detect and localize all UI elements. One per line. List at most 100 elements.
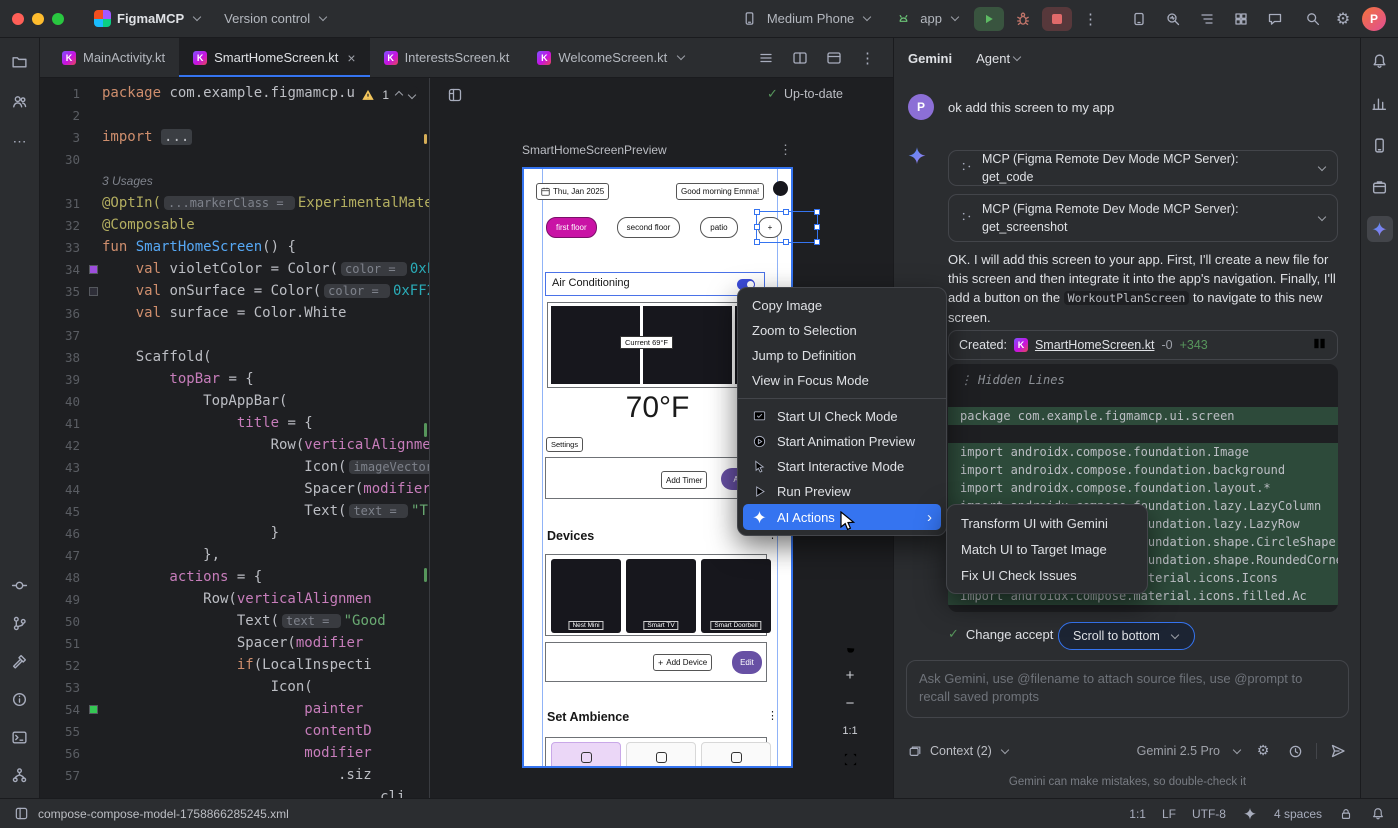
- ambience-card[interactable]: [626, 742, 696, 768]
- code-line[interactable]: 54 painter: [40, 698, 429, 720]
- inspection-widget[interactable]: 1: [357, 86, 419, 104]
- editor-list-icon[interactable]: [755, 47, 777, 69]
- code-line[interactable]: 37: [40, 324, 429, 346]
- menu-item[interactable]: Jump to Definition: [738, 343, 946, 368]
- zoom-out-icon[interactable]: −: [838, 692, 862, 714]
- minimize-window-button[interactable]: [32, 13, 44, 25]
- more-icon[interactable]: ⋯: [7, 128, 33, 154]
- code-line[interactable]: 39 topBar = {: [40, 368, 429, 390]
- more-actions-button[interactable]: ⋮: [1080, 8, 1102, 30]
- code-line[interactable]: 44 Spacer(modifier: [40, 478, 429, 500]
- settings-chip[interactable]: Settings: [546, 437, 583, 452]
- menu-item[interactable]: Run Preview: [738, 479, 946, 504]
- fit-screen-icon[interactable]: [838, 748, 862, 770]
- zoom-window-button[interactable]: [52, 13, 64, 25]
- user-avatar[interactable]: P: [1362, 7, 1386, 31]
- tool-call-card[interactable]: MCP (Figma Remote Dev Mode MCP Server): …: [948, 194, 1338, 242]
- tab-gemini[interactable]: Gemini: [908, 51, 952, 66]
- code-line[interactable]: 36 val surface = Color.White: [40, 302, 429, 324]
- line-separator[interactable]: LF: [1162, 807, 1176, 821]
- send-icon[interactable]: [1327, 740, 1349, 762]
- code-line[interactable]: 50 Text(text = "Good: [40, 610, 429, 632]
- diff-icon[interactable]: [1312, 336, 1327, 354]
- code-line[interactable]: 43 Icon(imageVector: [40, 456, 429, 478]
- debug-icon[interactable]: [1012, 8, 1034, 30]
- hand-icon[interactable]: [838, 636, 862, 658]
- add-timer-button[interactable]: Add Timer: [661, 471, 707, 489]
- add-device-button[interactable]: + Add Device: [653, 654, 712, 671]
- selection-handle[interactable]: [814, 224, 820, 230]
- code-line[interactable]: 46 }: [40, 522, 429, 544]
- run-button[interactable]: [974, 7, 1004, 31]
- problems-icon[interactable]: [7, 686, 33, 712]
- tool-call-card[interactable]: MCP (Figma Remote Dev Mode MCP Server): …: [948, 150, 1338, 186]
- submenu-item[interactable]: Match UI to Target Image: [947, 536, 1147, 562]
- layout-icon[interactable]: [823, 47, 845, 69]
- feedback-icon[interactable]: [1264, 8, 1286, 30]
- profile-avatar[interactable]: [773, 181, 788, 196]
- selection-handle[interactable]: [783, 239, 789, 245]
- zoom-ratio-button[interactable]: 1:1: [838, 720, 862, 742]
- code-line[interactable]: 35 val onSurface = Color(color = 0xFF2E2: [40, 280, 429, 302]
- editor-tab[interactable]: KMainActivity.kt: [48, 38, 179, 77]
- code-line[interactable]: 3 Usages: [40, 170, 429, 192]
- ambience-card[interactable]: [551, 742, 621, 768]
- code-line[interactable]: 30: [40, 148, 429, 170]
- chevron-down-icon[interactable]: [1318, 162, 1326, 170]
- close-window-button[interactable]: [12, 13, 24, 25]
- selection-handle[interactable]: [814, 209, 820, 215]
- plugins-icon[interactable]: [1230, 8, 1252, 30]
- close-tab-icon[interactable]: ×: [347, 50, 355, 66]
- tab-agent[interactable]: Agent: [976, 51, 1022, 66]
- file-encoding[interactable]: UTF-8: [1192, 807, 1226, 821]
- selection-handle[interactable]: [783, 209, 789, 215]
- code-line[interactable]: 51 Spacer(modifier: [40, 632, 429, 654]
- code-line[interactable]: 38 Scaffold(: [40, 346, 429, 368]
- submenu-item[interactable]: Fix UI Check Issues: [947, 562, 1147, 588]
- bell-icon[interactable]: [1367, 48, 1393, 74]
- color-preview-chip[interactable]: [89, 265, 98, 274]
- ai-spark-icon[interactable]: [1242, 803, 1258, 825]
- ac-section-header[interactable]: Air Conditioning: [545, 272, 765, 296]
- code-line[interactable]: 2: [40, 104, 429, 126]
- chevron-down-icon[interactable]: [677, 52, 685, 60]
- device-card[interactable]: Nest Mini: [551, 559, 621, 633]
- gemini-input[interactable]: [906, 660, 1349, 718]
- editor-tab[interactable]: KSmartHomeScreen.kt×: [179, 38, 369, 77]
- profiler-icon[interactable]: [1367, 90, 1393, 116]
- floor-chip[interactable]: patio: [700, 217, 737, 238]
- device-explorer-icon[interactable]: [1367, 132, 1393, 158]
- code-line[interactable]: 41 title = {: [40, 412, 429, 434]
- prev-issue-icon[interactable]: [395, 91, 403, 99]
- structure-icon[interactable]: [1196, 8, 1218, 30]
- context-chip[interactable]: Context (2): [930, 744, 992, 758]
- code-line[interactable]: 55 contentD: [40, 720, 429, 742]
- lock-icon[interactable]: [1338, 803, 1354, 825]
- statusbar-file[interactable]: compose-compose-model-1758866285245.xml: [38, 807, 289, 821]
- settings-gear-icon[interactable]: ⚙: [1332, 8, 1354, 30]
- color-preview-chip[interactable]: [89, 705, 98, 714]
- menu-item[interactable]: Copy Image: [738, 293, 946, 318]
- code-line[interactable]: 32@Composable: [40, 214, 429, 236]
- commit-icon[interactable]: [7, 572, 33, 598]
- menu-item[interactable]: Start Interactive Mode: [738, 454, 946, 479]
- project-widget[interactable]: FigmaMCP: [88, 7, 208, 30]
- insights-icon[interactable]: [1162, 8, 1184, 30]
- gemini-spark-icon[interactable]: [1367, 216, 1393, 242]
- device-card[interactable]: Smart TV: [626, 559, 696, 633]
- code-line[interactable]: 3import ...: [40, 126, 429, 148]
- code-line[interactable]: 57 .siz: [40, 764, 429, 786]
- zoom-in-icon[interactable]: +: [838, 664, 862, 686]
- selection-handle[interactable]: [814, 239, 820, 245]
- code-line[interactable]: 34 val violetColor = Color(color = 0xFFB: [40, 258, 429, 280]
- menu-item[interactable]: Start Animation Preview: [738, 429, 946, 454]
- code-line[interactable]: 42 Row(verticalAlignmen: [40, 434, 429, 456]
- device-manager-icon[interactable]: [1128, 8, 1150, 30]
- code-line[interactable]: 49 Row(verticalAlignmen: [40, 588, 429, 610]
- code-line[interactable]: 47 },: [40, 544, 429, 566]
- git-icon[interactable]: [7, 762, 33, 788]
- edit-button[interactable]: Edit: [732, 651, 762, 674]
- code-editor[interactable]: 1package com.example.figmamcp.u23import …: [40, 78, 430, 798]
- selection-handle[interactable]: [754, 239, 760, 245]
- code-line[interactable]: 52 if(LocalInspecti: [40, 654, 429, 676]
